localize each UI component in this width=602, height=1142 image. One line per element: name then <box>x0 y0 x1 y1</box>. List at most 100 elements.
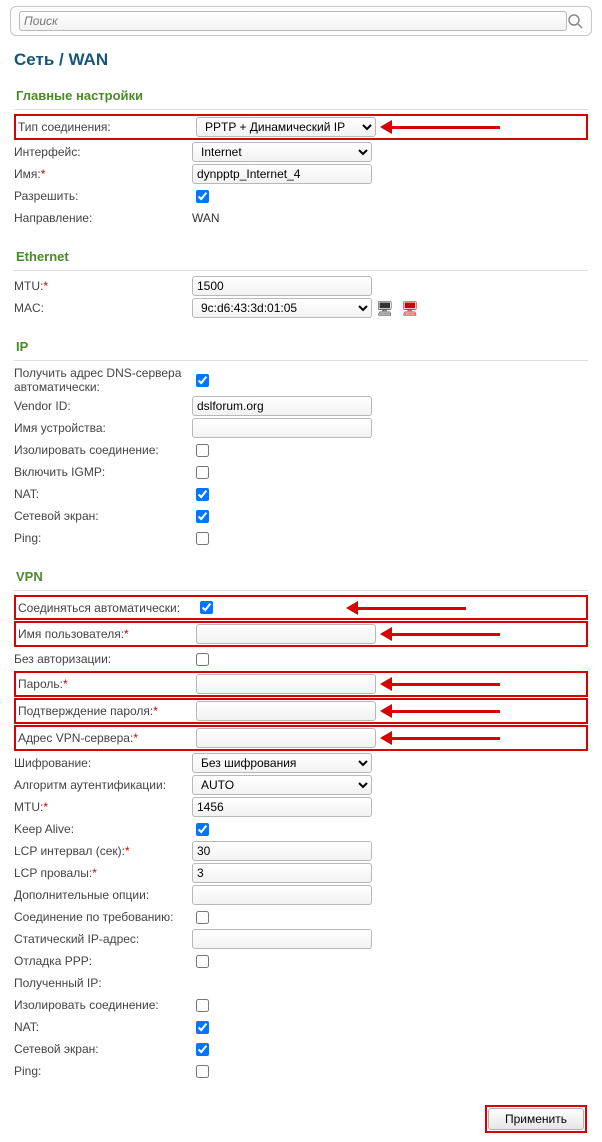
checkbox-ondemand[interactable] <box>196 911 209 924</box>
row-vpn-ping: Ping: <box>14 1060 588 1082</box>
label-pppdbg: Отладка PPP: <box>14 954 192 968</box>
label-vpn-keep: Keep Alive: <box>14 822 192 836</box>
search-input[interactable] <box>19 11 567 31</box>
input-vpn-mtu[interactable] <box>192 797 372 817</box>
input-staticip[interactable] <box>192 929 372 949</box>
label-ip-isolate: Изолировать соединение: <box>14 443 192 457</box>
label-conn-type: Тип соединения: <box>18 120 196 134</box>
label-vpn-auth: Алгоритм аутентификации: <box>14 778 192 792</box>
row-ip-isolate: Изолировать соединение: <box>14 439 588 461</box>
select-vpn-enc[interactable]: Без шифрования <box>192 753 372 773</box>
row-vpn-isolate: Изолировать соединение: <box>14 994 588 1016</box>
label-dns-auto: Получить адрес DNS-сервера автоматически… <box>14 366 192 394</box>
label-vpn-mtu: MTU: <box>14 800 192 814</box>
row-direction: Направление: WAN <box>14 207 588 229</box>
label-eth-mtu: MTU: <box>14 279 192 293</box>
label-vpn-pass: Пароль: <box>18 677 196 691</box>
select-vpn-auth[interactable]: AUTO <box>192 775 372 795</box>
section-ip: IP Получить адрес DNS-сервера автоматиче… <box>10 335 592 555</box>
checkbox-allow[interactable] <box>196 190 209 203</box>
section-main: Главные настройки Тип соединения: PPTP +… <box>10 84 592 235</box>
checkbox-igmp[interactable] <box>196 466 209 479</box>
checkbox-vpn-auto[interactable] <box>200 601 213 614</box>
row-ip-ping: Ping: <box>14 527 588 549</box>
section-ethernet: Ethernet MTU: MAC: 9c:d6:43:3d:01:05 🖥 🖥 <box>10 245 592 325</box>
label-lcp-fail: LCP провалы: <box>14 866 192 880</box>
label-direction: Направление: <box>14 211 192 225</box>
select-interface[interactable]: Internet <box>192 142 372 162</box>
label-ondemand: Соединение по требованию: <box>14 910 192 924</box>
select-conn-type[interactable]: PPTP + Динамический IP <box>196 117 376 137</box>
section-vpn-title: VPN <box>14 565 588 591</box>
label-vpn-nat: NAT: <box>14 1020 192 1034</box>
checkbox-vpn-keep[interactable] <box>196 823 209 836</box>
row-ip-nat: NAT: <box>14 483 588 505</box>
checkbox-vpn-ping[interactable] <box>196 1065 209 1078</box>
label-interface: Интерфейс: <box>14 145 192 159</box>
row-vendor: Vendor ID: <box>14 395 588 417</box>
breadcrumb: Сеть / WAN <box>14 50 592 70</box>
input-vpn-user[interactable] <box>196 624 376 644</box>
checkbox-vpn-nat[interactable] <box>196 1021 209 1034</box>
label-vpn-enc: Шифрование: <box>14 756 192 770</box>
row-vpn-server: Адрес VPN-сервера: <box>14 725 588 751</box>
checkbox-vpn-noauth[interactable] <box>196 653 209 666</box>
row-vpn-mtu: MTU: <box>14 796 588 818</box>
input-devname[interactable] <box>192 418 372 438</box>
row-addopt: Дополнительные опции: <box>14 884 588 906</box>
monitor-strike-icon[interactable]: 🖥 <box>401 300 419 316</box>
row-staticip: Статический IP-адрес: <box>14 928 588 950</box>
arrow-annotation <box>356 604 466 612</box>
row-ip-fw: Сетевой экран: <box>14 505 588 527</box>
input-lcp-fail[interactable] <box>192 863 372 883</box>
input-addopt[interactable] <box>192 885 372 905</box>
input-vpn-server[interactable] <box>196 728 376 748</box>
label-ip-ping: Ping: <box>14 531 192 545</box>
checkbox-dns-auto[interactable] <box>196 374 209 387</box>
row-vpn-fw: Сетевой экран: <box>14 1038 588 1060</box>
checkbox-ip-isolate[interactable] <box>196 444 209 457</box>
row-mac: MAC: 9c:d6:43:3d:01:05 🖥 🖥 <box>14 297 588 319</box>
row-igmp: Включить IGMP: <box>14 461 588 483</box>
checkbox-ip-ping[interactable] <box>196 532 209 545</box>
input-vendor[interactable] <box>192 396 372 416</box>
label-addopt: Дополнительные опции: <box>14 888 192 902</box>
input-name[interactable] <box>192 164 372 184</box>
label-ip-nat: NAT: <box>14 487 192 501</box>
label-staticip: Статический IP-адрес: <box>14 932 192 946</box>
search-box[interactable] <box>10 6 592 36</box>
arrow-annotation <box>390 680 500 688</box>
row-dns-auto: Получить адрес DNS-сервера автоматически… <box>14 365 588 395</box>
label-allow: Разрешить: <box>14 189 192 203</box>
checkbox-ip-fw[interactable] <box>196 510 209 523</box>
row-name: Имя: <box>14 163 588 185</box>
arrow-annotation <box>390 123 500 131</box>
label-vpn-user: Имя пользователя: <box>18 627 196 641</box>
row-devname: Имя устройства: <box>14 417 588 439</box>
select-mac[interactable]: 9c:d6:43:3d:01:05 <box>192 298 372 318</box>
label-vpn-auto: Соединяться автоматически: <box>18 601 196 615</box>
row-eth-mtu: MTU: <box>14 275 588 297</box>
label-vpn-server: Адрес VPN-сервера: <box>18 731 196 745</box>
label-vpn-pass2: Подтверждение пароля: <box>18 704 196 718</box>
label-vpn-isolate: Изолировать соединение: <box>14 998 192 1012</box>
arrow-annotation <box>390 630 500 638</box>
label-vendor: Vendor ID: <box>14 399 192 413</box>
checkbox-ip-nat[interactable] <box>196 488 209 501</box>
input-vpn-pass2[interactable] <box>196 701 376 721</box>
checkbox-pppdbg[interactable] <box>196 955 209 968</box>
label-recvip: Полученный IP: <box>14 976 192 990</box>
arrow-annotation <box>390 734 500 742</box>
row-vpn-noauth: Без авторизации: <box>14 648 588 670</box>
input-eth-mtu[interactable] <box>192 276 372 296</box>
row-vpn-pass: Пароль: <box>14 671 588 697</box>
checkbox-vpn-fw[interactable] <box>196 1043 209 1056</box>
checkbox-vpn-isolate[interactable] <box>196 999 209 1012</box>
input-vpn-pass[interactable] <box>196 674 376 694</box>
footer: Применить <box>10 1098 592 1136</box>
apply-button[interactable]: Применить <box>488 1108 584 1130</box>
section-ethernet-title: Ethernet <box>14 245 588 271</box>
row-ondemand: Соединение по требованию: <box>14 906 588 928</box>
input-lcp-int[interactable] <box>192 841 372 861</box>
monitor-icon[interactable]: 🖥 <box>376 300 394 316</box>
